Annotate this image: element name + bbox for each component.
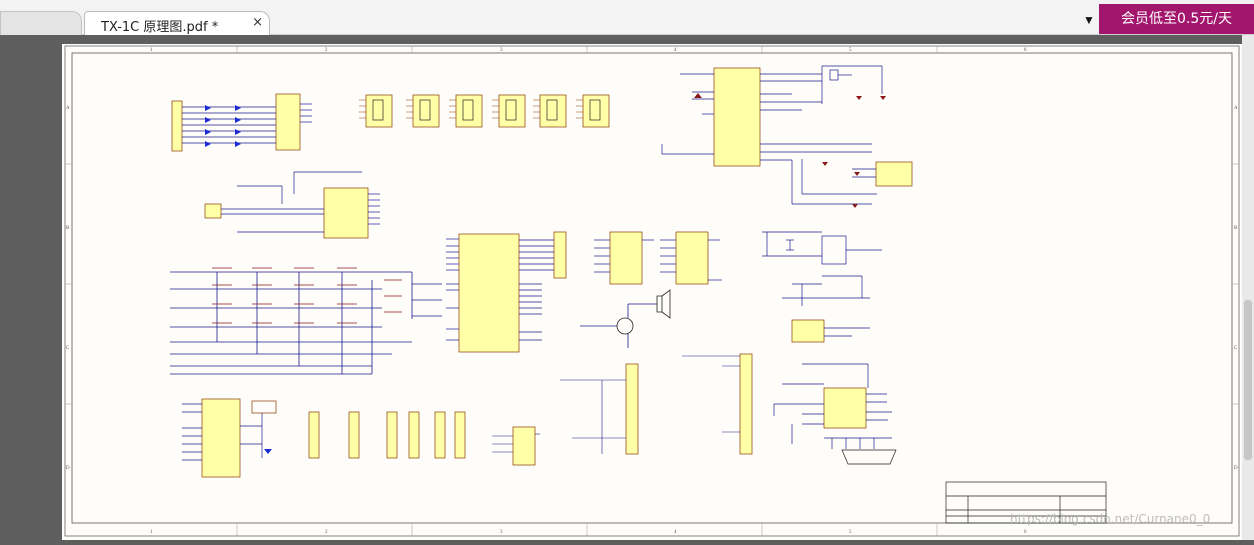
tab-label: TX-1C 原理图.pdf * [101,20,219,35]
scrollbar-thumb[interactable] [1244,300,1252,460]
schematic-drawing: 1 2 3 4 5 6 1 2 3 4 5 6 A B C D A B C D [64,45,1240,537]
pdf-page: 1 2 3 4 5 6 1 2 3 4 5 6 A B C D A B C D [62,44,1242,540]
svg-text:1: 1 [150,530,153,535]
svg-text:D: D [66,466,70,471]
svg-text:C: C [1234,346,1238,351]
svg-text:A: A [66,106,70,111]
svg-text:5: 5 [849,530,852,535]
svg-text:1: 1 [150,48,153,53]
vip-promo-button[interactable]: 会员低至0.5元/天 [1099,4,1254,34]
svg-text:4: 4 [674,48,677,53]
watermark: https://blog.csdn.net/Curnane0_0 [1010,512,1211,526]
svg-text:B: B [66,226,70,231]
svg-text:6: 6 [1024,48,1027,53]
chevron-down-icon[interactable]: ▼ [1083,13,1095,27]
svg-text:5: 5 [849,48,852,53]
svg-text:C: C [66,346,70,351]
svg-text:D: D [1234,466,1238,471]
tab-bar: TX-1C 原理图.pdf * × ▼ 会员低至0.5元/天 [0,0,1254,35]
svg-text:3: 3 [500,530,503,535]
svg-text:A: A [1234,106,1238,111]
vertical-scrollbar[interactable] [1242,35,1254,540]
svg-text:3: 3 [500,48,503,53]
toolbar-strip [0,35,1254,40]
tab-previous[interactable] [0,11,82,35]
tab-document[interactable]: TX-1C 原理图.pdf * × [84,11,270,35]
svg-text:2: 2 [325,530,328,535]
svg-text:4: 4 [674,530,677,535]
close-icon[interactable]: × [252,15,263,30]
svg-text:6: 6 [1024,530,1027,535]
svg-text:B: B [1234,226,1238,231]
svg-text:2: 2 [325,48,328,53]
